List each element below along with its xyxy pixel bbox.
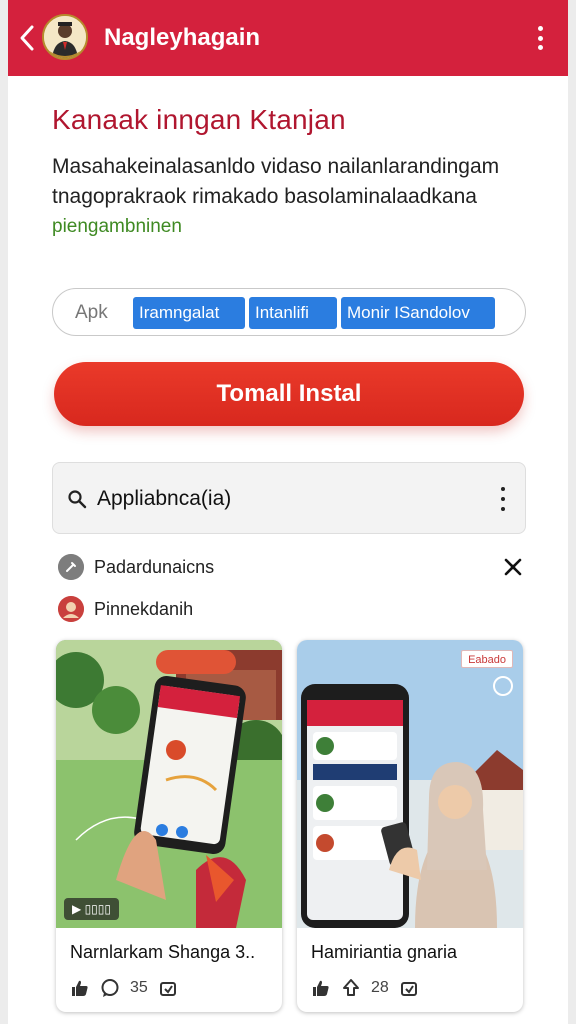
- top-app-bar: Naglеyhagain: [8, 0, 568, 76]
- dot: [501, 507, 505, 511]
- section-heading: Kanaak inngan Ktanjan: [52, 104, 346, 135]
- card-stats: 35: [70, 976, 178, 1000]
- tag-selector: Apk Iramngalat Intanlifi Monir ISandolov: [52, 288, 526, 336]
- close-icon[interactable]: [500, 554, 526, 580]
- tag-chip[interactable]: Iramngalat: [133, 297, 245, 329]
- comment-count: 28: [371, 979, 389, 996]
- description-link[interactable]: piengambninen: [52, 212, 532, 242]
- search-icon: [68, 490, 87, 509]
- list-item[interactable]: Padardunaicns: [56, 552, 526, 582]
- video-card[interactable]: Eabado Hamiriantia gnaria 28: [297, 640, 523, 1012]
- chevron-left-icon: [20, 25, 34, 51]
- dot: [537, 45, 543, 50]
- tag-chip[interactable]: Intanlifi: [249, 297, 337, 329]
- search-more-button[interactable]: [499, 487, 507, 511]
- person-phone-illustration: [297, 640, 523, 928]
- garden-phone-illustration: [56, 640, 282, 928]
- dot: [537, 26, 543, 31]
- search-input[interactable]: Appliabnca(ia): [97, 487, 231, 511]
- description-line: tnagoprakraok rimakado basolaminalaadkan…: [52, 185, 477, 208]
- section-description: Masahakeinalasanldo vidaso nailanlarandi…: [52, 152, 532, 242]
- share-arrow-icon[interactable]: [341, 978, 361, 998]
- profile-icon: [58, 596, 84, 622]
- tag-chip[interactable]: Monir ISandolov: [341, 297, 495, 329]
- settings-icon: [58, 554, 84, 580]
- card-tag: Eabado: [461, 650, 513, 668]
- card-thumbnail[interactable]: Eabado: [297, 640, 523, 928]
- list-item-label: Pinnekdanih: [94, 599, 194, 619]
- thumbs-up-icon[interactable]: [70, 978, 90, 998]
- card-title: Hamiriantia gnaria: [311, 942, 458, 962]
- video-duration-badge: ▶ ▯▯▯▯: [64, 898, 119, 920]
- app-title: Naglеyhagain: [104, 24, 261, 51]
- list-item[interactable]: Pinnekdanih: [56, 594, 526, 624]
- card-stats: 28: [311, 976, 419, 1000]
- card-thumbnail[interactable]: ▶ ▯▯▯▯: [56, 640, 282, 928]
- thumbs-up-icon[interactable]: [311, 978, 331, 998]
- portrait-icon: [44, 16, 86, 58]
- save-icon[interactable]: [399, 978, 419, 998]
- dot: [501, 497, 505, 501]
- dot: [501, 487, 505, 491]
- more-options-button[interactable]: [528, 22, 552, 54]
- comment-count: 35: [130, 979, 148, 996]
- dot: [537, 35, 543, 41]
- share-icon[interactable]: [158, 978, 178, 998]
- tag-plain[interactable]: Apk: [75, 302, 108, 324]
- description-line: Masahakeinalasanldo vidaso nailanlarandi…: [52, 155, 500, 178]
- back-button[interactable]: [12, 20, 42, 56]
- search-bar[interactable]: Appliabnca(ia): [52, 462, 526, 534]
- card-title: Narnlarkam Shanga 3..: [70, 942, 256, 962]
- app-frame: Naglеyhagain Kanaak inngan Ktanjan Masah…: [8, 0, 568, 1024]
- video-card[interactable]: ▶ ▯▯▯▯ Narnlarkam Shanga 3.. 35: [56, 640, 282, 1012]
- list-item-label: Padardunaicns: [94, 557, 215, 577]
- install-button[interactable]: Tomall Instal: [54, 362, 524, 426]
- avatar[interactable]: [42, 14, 88, 60]
- comment-icon[interactable]: [100, 978, 120, 998]
